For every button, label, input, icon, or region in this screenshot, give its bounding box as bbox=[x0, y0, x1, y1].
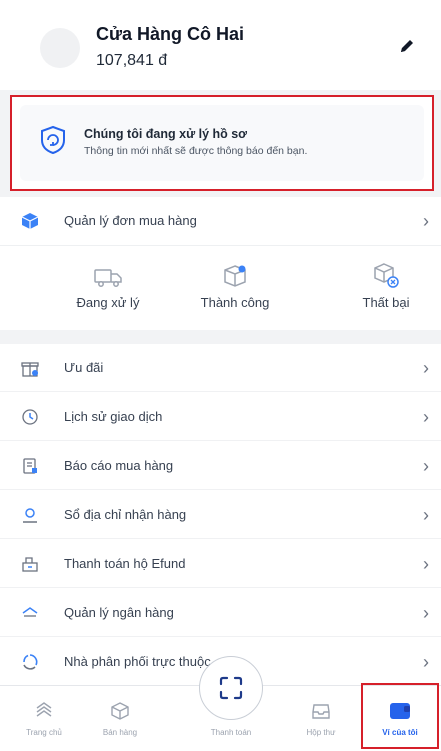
bank-icon bbox=[20, 603, 40, 623]
orders-row[interactable]: Quản lý đơn mua hàng › bbox=[0, 197, 441, 245]
menu-item-label: Lịch sử giao dịch bbox=[64, 409, 163, 424]
box-fail-icon bbox=[326, 253, 441, 289]
wallet-balance: 107,841 đ bbox=[96, 52, 168, 69]
status-title: Chúng tôi đang xử lý hồ sơ bbox=[84, 127, 248, 141]
address-icon bbox=[20, 505, 40, 525]
tab-home[interactable]: Trang chủ bbox=[6, 686, 82, 751]
truck-icon bbox=[48, 253, 168, 289]
menu-item-label: Ưu đãi bbox=[64, 360, 104, 375]
chevron-right-icon: › bbox=[423, 211, 429, 231]
pencil-icon bbox=[401, 40, 413, 52]
sell-icon bbox=[82, 700, 158, 722]
tab-label: Bán hàng bbox=[102, 728, 138, 737]
profile-header: Cửa Hàng Cô Hai 107,841 đ bbox=[0, 0, 441, 90]
menu-item-efund[interactable]: Thanh toán hộ Efund › bbox=[0, 540, 441, 588]
orders-label: Quản lý đơn mua hàng bbox=[64, 213, 197, 228]
status-notice-highlight: Chúng tôi đang xử lý hồ sơ Thông tin mới… bbox=[10, 95, 434, 191]
order-status-label: Thất bại bbox=[362, 295, 410, 310]
chevron-right-icon: › bbox=[423, 358, 429, 378]
chevron-right-icon: › bbox=[423, 505, 429, 525]
edit-button[interactable] bbox=[395, 34, 419, 58]
active-tab-highlight bbox=[361, 683, 439, 749]
menu-item-label: Nhà phân phối trực thuộc bbox=[64, 654, 211, 669]
menu-item-label: Báo cáo mua hàng bbox=[64, 458, 174, 473]
tab-sell[interactable]: Bán hàng bbox=[82, 686, 158, 751]
store-name: Cửa Hàng Cô Hai bbox=[96, 24, 245, 44]
menu-item-history[interactable]: Lịch sử giao dịch › bbox=[0, 393, 441, 441]
tab-label: Thanh toán bbox=[210, 728, 252, 737]
cube-icon bbox=[20, 211, 40, 231]
avatar[interactable] bbox=[40, 28, 80, 68]
efund-icon bbox=[20, 554, 40, 574]
order-status-success[interactable]: Thành công bbox=[175, 253, 295, 310]
orders-section: Quản lý đơn mua hàng › Đang xử lý Thành … bbox=[0, 197, 441, 330]
home-icon bbox=[6, 700, 82, 722]
chevron-right-icon: › bbox=[423, 554, 429, 574]
gift-icon bbox=[20, 358, 40, 378]
order-status-processing[interactable]: Đang xử lý bbox=[48, 253, 168, 310]
menu-item-label: Sổ địa chỉ nhận hàng bbox=[64, 507, 187, 522]
order-status-failed[interactable]: Thất bại bbox=[326, 253, 441, 310]
chevron-right-icon: › bbox=[423, 603, 429, 623]
menu-list: Ưu đãi › Lịch sử giao dịch › Báo cáo mua… bbox=[0, 344, 441, 688]
menu-item-bank-management[interactable]: Quản lý ngân hàng › bbox=[0, 589, 441, 637]
inbox-icon bbox=[283, 700, 359, 722]
menu-item-label: Thanh toán hộ Efund bbox=[64, 556, 186, 571]
shield-icon bbox=[40, 125, 66, 155]
distributor-icon bbox=[20, 652, 40, 672]
order-status-label: Đang xử lý bbox=[76, 295, 140, 310]
tab-label: Hộp thư bbox=[306, 728, 336, 737]
status-notice[interactable]: Chúng tôi đang xử lý hồ sơ Thông tin mới… bbox=[20, 105, 424, 181]
divider bbox=[0, 245, 441, 246]
tab-inbox[interactable]: Hộp thư bbox=[283, 686, 359, 751]
menu-item-purchase-report[interactable]: Báo cáo mua hàng › bbox=[0, 442, 441, 490]
tab-label: Trang chủ bbox=[26, 728, 62, 737]
status-subtitle: Thông tin mới nhất sẽ được thông báo đến… bbox=[84, 145, 308, 157]
clock-icon bbox=[20, 407, 40, 427]
menu-item-label: Quản lý ngân hàng bbox=[64, 605, 174, 620]
scan-icon bbox=[219, 676, 243, 700]
order-status-label: Thành công bbox=[200, 295, 270, 310]
menu-item-promotions[interactable]: Ưu đãi › bbox=[0, 344, 441, 392]
chevron-right-icon: › bbox=[423, 652, 429, 672]
scan-payment-button[interactable] bbox=[199, 656, 263, 720]
box-check-icon bbox=[175, 253, 295, 289]
report-icon bbox=[20, 456, 40, 476]
chevron-right-icon: › bbox=[423, 456, 429, 476]
menu-item-address-book[interactable]: Sổ địa chỉ nhận hàng › bbox=[0, 491, 441, 539]
chevron-right-icon: › bbox=[423, 407, 429, 427]
